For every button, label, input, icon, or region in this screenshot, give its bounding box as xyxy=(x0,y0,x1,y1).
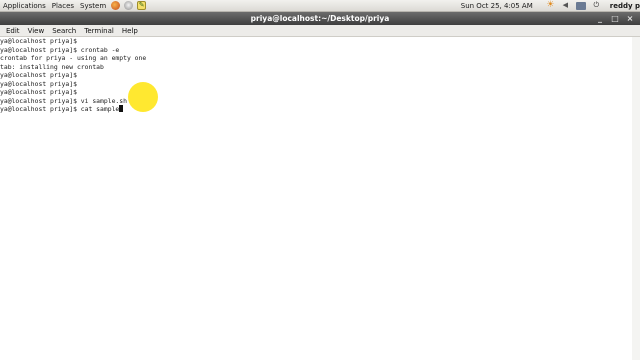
text-cursor xyxy=(119,105,124,112)
mouse-highlight xyxy=(128,82,158,112)
window-controls: _ □ × xyxy=(591,12,636,25)
terminal-line: ya@localhost priya]$ vi sample.sh xyxy=(0,96,127,105)
network-icon[interactable] xyxy=(575,1,586,10)
menu-help[interactable]: Help xyxy=(118,27,142,35)
menu-edit[interactable]: Edit xyxy=(0,27,24,35)
clock[interactable]: Sun Oct 25, 4:05 AM xyxy=(457,2,543,10)
menu-view[interactable]: View xyxy=(24,27,49,35)
applications-menu[interactable]: Applications xyxy=(0,2,49,10)
top-panel: Applications Places System ✎ Sun Oct 25,… xyxy=(0,0,640,12)
firefox-icon[interactable] xyxy=(111,1,121,10)
maximize-icon[interactable]: □ xyxy=(609,14,621,24)
terminal-line: ya@localhost priya]$ xyxy=(0,71,77,79)
mail-icon[interactable] xyxy=(124,1,134,10)
minimize-icon[interactable]: _ xyxy=(594,14,606,24)
menu-search[interactable]: Search xyxy=(48,27,80,35)
menu-terminal[interactable]: Terminal xyxy=(80,27,118,35)
terminal-line: ya@localhost priya]$ xyxy=(0,79,77,88)
terminal-current-line[interactable]: ya@localhost priya]$ cat sample xyxy=(0,105,640,114)
volume-icon[interactable]: ◀ xyxy=(561,1,570,10)
window-title: priya@localhost:~/Desktop/priya xyxy=(250,14,390,23)
terminal-line: ya@localhost priya]$ xyxy=(0,88,77,96)
terminal-menu-bar: Edit View Search Terminal Help xyxy=(0,25,640,37)
close-icon[interactable]: × xyxy=(624,14,636,24)
notes-icon[interactable]: ✎ xyxy=(137,1,147,10)
terminal-line: ya@localhost priya]$ crontab -e xyxy=(0,45,120,54)
terminal-line: tab: installing new crontab xyxy=(0,62,104,71)
weather-icon[interactable]: ☀ xyxy=(546,1,555,10)
terminal-current-input[interactable]: ya@localhost priya]$ cat sample xyxy=(0,105,119,113)
user-name[interactable]: reddy p xyxy=(604,2,640,10)
terminal-output[interactable]: ya@localhost priya]$ ya@localhost priya]… xyxy=(0,37,640,360)
terminal-line: ya@localhost priya]$ xyxy=(0,37,77,45)
terminal-scrollbar[interactable] xyxy=(632,37,640,360)
terminal-line: crontab for priya - using an empty one xyxy=(0,54,147,62)
power-icon[interactable]: ⏻ xyxy=(592,1,601,10)
window-title-bar[interactable]: priya@localhost:~/Desktop/priya _ □ × xyxy=(0,12,640,25)
system-menu[interactable]: System xyxy=(77,2,109,10)
places-menu[interactable]: Places xyxy=(49,2,77,10)
